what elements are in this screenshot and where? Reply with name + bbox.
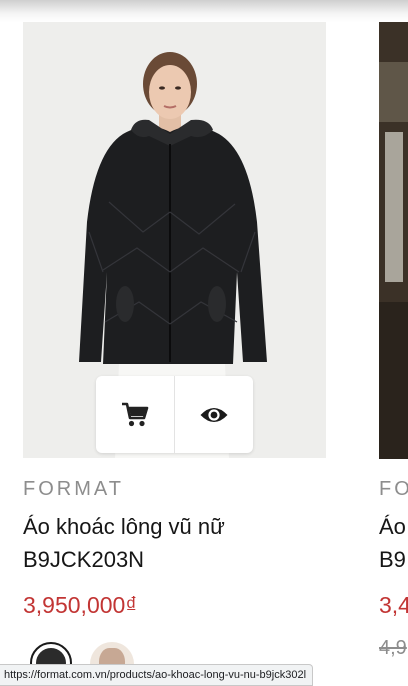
- top-shadow: [0, 0, 408, 22]
- product-name-line2[interactable]: B9JCK203N: [23, 543, 323, 576]
- product-image-2[interactable]: [379, 22, 408, 459]
- quick-view-button[interactable]: [174, 376, 253, 453]
- product-price-2: 3,4: [379, 592, 408, 618]
- product-brand-2: FO: [379, 478, 408, 500]
- product-name-line1[interactable]: Áo khoác lông vũ nữ: [23, 510, 323, 543]
- product-name-2-line1[interactable]: Áo: [379, 510, 408, 543]
- product-old-price-2: 4,9: [379, 637, 407, 659]
- eye-icon: [200, 407, 228, 422]
- add-to-cart-button[interactable]: [96, 376, 174, 453]
- product-photo-2: [379, 22, 408, 459]
- cart-icon: [122, 402, 149, 426]
- quick-actions: [96, 376, 253, 453]
- status-bar-url: https://format.com.vn/products/ao-khoac-…: [0, 664, 314, 686]
- product-name[interactable]: Áo khoác lông vũ nữ B9JCK203N: [23, 510, 323, 576]
- product-name-2[interactable]: Áo B9: [379, 510, 408, 576]
- product-name-2-line2[interactable]: B9: [379, 543, 408, 576]
- product-price: 3,950,000₫: [23, 592, 138, 618]
- product-brand: FORMAT: [23, 478, 124, 500]
- product-image[interactable]: [23, 22, 326, 458]
